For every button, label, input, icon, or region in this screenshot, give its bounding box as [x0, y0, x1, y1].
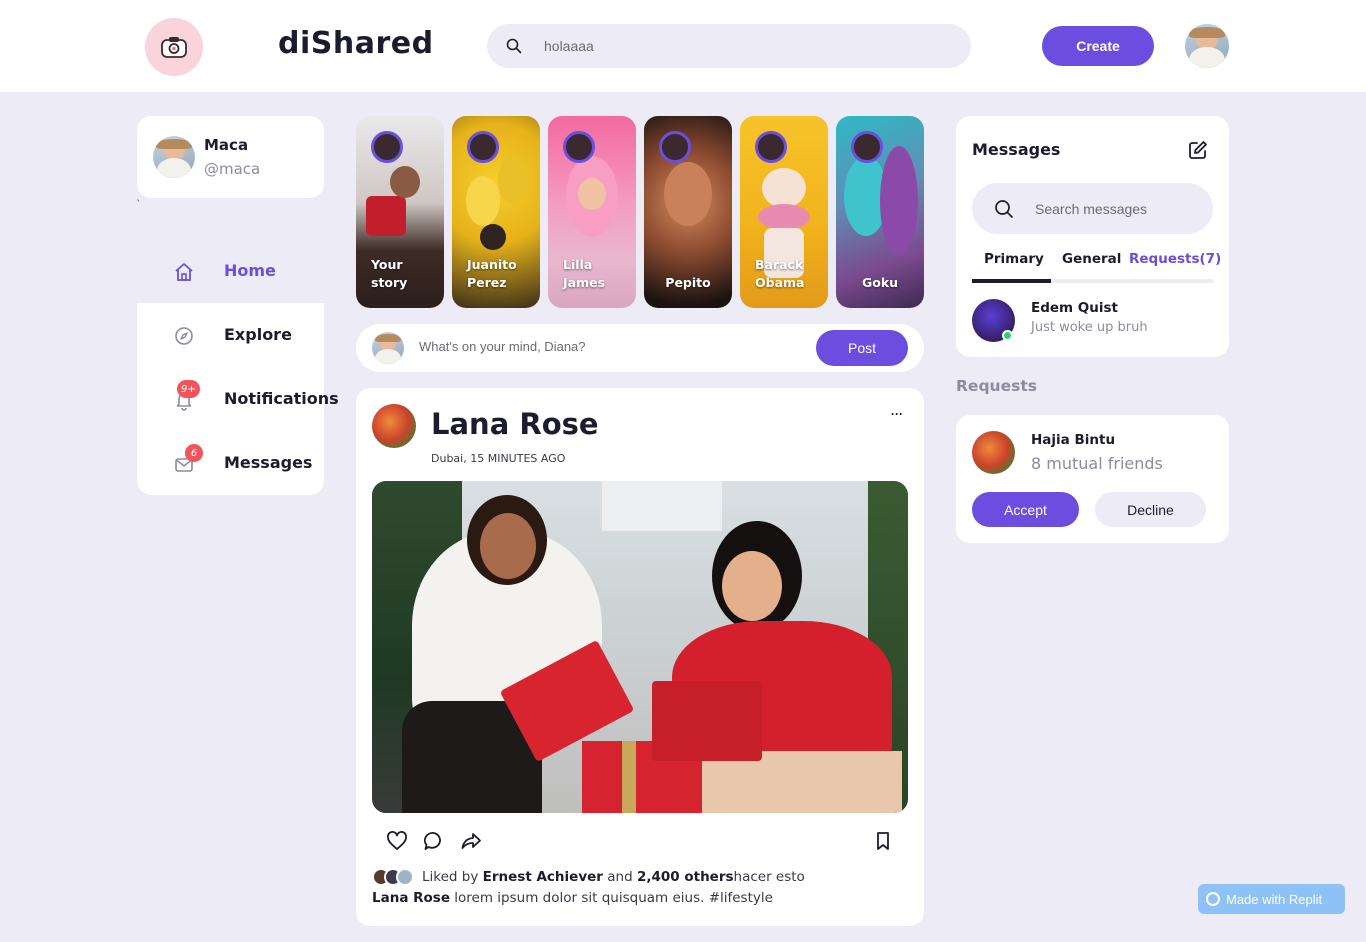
sidebar-item-notifications[interactable]: 9+ Notifications — [137, 367, 357, 431]
post-author[interactable]: Lana Rose — [431, 407, 599, 441]
likes-summary: Liked by Ernest Achiever and 2,400 other… — [372, 867, 805, 887]
caption-author[interactable]: Lana Rose — [372, 890, 450, 906]
story-avatar — [371, 131, 403, 163]
share-icon[interactable] — [460, 830, 482, 852]
likes-and: and — [607, 869, 633, 885]
story-card[interactable]: Juanito Perez — [452, 116, 540, 308]
tab-primary[interactable]: Primary — [984, 251, 1044, 267]
likes-others[interactable]: 2,400 others — [637, 869, 734, 885]
composer-avatar — [372, 332, 404, 364]
request-avatar[interactable] — [972, 431, 1015, 474]
sidebar-item-label: Home — [224, 261, 276, 280]
post-caption: Lana Rose lorem ipsum dolor sit quisquam… — [372, 890, 773, 906]
search-icon — [506, 38, 522, 54]
story-avatar — [467, 131, 499, 163]
compass-icon — [175, 327, 193, 345]
decline-button[interactable]: Decline — [1095, 492, 1206, 527]
message-preview[interactable]: Just woke up bruh — [1031, 320, 1148, 335]
notifications-badge: 9+ — [177, 380, 200, 398]
like-icon[interactable] — [386, 830, 408, 852]
camera-icon — [161, 37, 187, 58]
replit-badge[interactable]: Made with Replit — [1198, 884, 1345, 914]
request-name[interactable]: Hajia Bintu — [1031, 432, 1115, 448]
messages-search-input[interactable]: Search messages — [1035, 201, 1147, 217]
story-card[interactable]: Goku — [836, 116, 924, 308]
sidebar-item-label: Notifications — [224, 389, 339, 408]
edit-icon[interactable] — [1187, 139, 1209, 161]
author-avatar[interactable] — [372, 404, 416, 448]
comment-icon[interactable] — [423, 830, 445, 852]
tab-requests[interactable]: Requests(7) — [1129, 251, 1221, 267]
accept-button[interactable]: Accept — [972, 492, 1079, 527]
likes-prefix: Liked by — [422, 869, 479, 885]
bookmark-icon[interactable] — [872, 830, 894, 852]
messages-title: Messages — [972, 140, 1061, 159]
sidebar-item-label: Messages — [224, 453, 313, 472]
replit-label: Made with Replit — [1226, 891, 1323, 907]
search-bar[interactable]: holaaaa — [487, 24, 971, 68]
story-name: Your story — [371, 257, 408, 290]
story-name: Barack Obama — [755, 257, 805, 290]
story-name: Lilla James — [563, 257, 606, 290]
more-options-icon[interactable]: ... — [890, 400, 903, 419]
sidebar-item-explore[interactable]: Explore — [137, 303, 357, 367]
story-name: Goku — [861, 275, 899, 290]
profile-avatar — [153, 136, 195, 178]
messages-badge: 6 — [185, 444, 203, 462]
tab-active-indicator — [972, 279, 1051, 283]
create-button[interactable]: Create — [1042, 26, 1154, 66]
requests-title: Requests — [956, 377, 1037, 395]
messages-search[interactable]: Search messages — [972, 183, 1213, 234]
profile-card[interactable]: Maca @maca — [137, 116, 324, 198]
caption-text: lorem ipsum dolor sit quisquam eius. #li… — [454, 890, 773, 906]
app-logo[interactable] — [145, 18, 203, 76]
request-mutual-friends: 8 mutual friends — [1031, 454, 1163, 473]
sidebar-item-home[interactable]: Home — [137, 239, 357, 303]
avatar-image — [1185, 24, 1229, 68]
profile-name: Maca — [204, 136, 249, 154]
story-avatar — [851, 131, 883, 163]
user-avatar[interactable] — [1185, 24, 1229, 68]
story-avatar — [755, 131, 787, 163]
post-photo[interactable] — [372, 481, 908, 813]
composer-input[interactable]: What's on your mind, Diana? — [419, 339, 586, 354]
replit-icon — [1206, 892, 1220, 906]
post-meta: Dubai, 15 MINUTES AGO — [431, 452, 566, 465]
story-card[interactable]: Your story — [356, 116, 444, 308]
sidebar-item-label: Explore — [224, 325, 292, 344]
story-avatar — [563, 131, 595, 163]
brand-title: diShared — [278, 26, 434, 61]
liker-avatar — [396, 868, 414, 886]
home-icon — [175, 263, 193, 281]
stray-mark: ` — [136, 198, 142, 211]
story-name: Pepito — [665, 275, 711, 290]
story-card[interactable]: Lilla James — [548, 116, 636, 308]
post-button[interactable]: Post — [816, 330, 908, 366]
story-card[interactable]: Pepito — [644, 116, 732, 308]
sidebar-item-messages[interactable]: 6 Messages — [137, 431, 357, 495]
story-avatar — [659, 131, 691, 163]
search-input[interactable]: holaaaa — [544, 38, 594, 54]
tab-general[interactable]: General — [1062, 251, 1121, 267]
likes-user[interactable]: Ernest Achiever — [483, 869, 603, 885]
message-sender[interactable]: Edem Quist — [1031, 300, 1118, 316]
story-card[interactable]: Barack Obama — [740, 116, 828, 308]
story-name: Juanito Perez — [467, 257, 517, 290]
search-icon — [995, 200, 1013, 218]
profile-handle: @maca — [204, 160, 261, 178]
likes-suffix: hacer esto — [733, 869, 805, 885]
online-indicator — [1002, 330, 1013, 341]
